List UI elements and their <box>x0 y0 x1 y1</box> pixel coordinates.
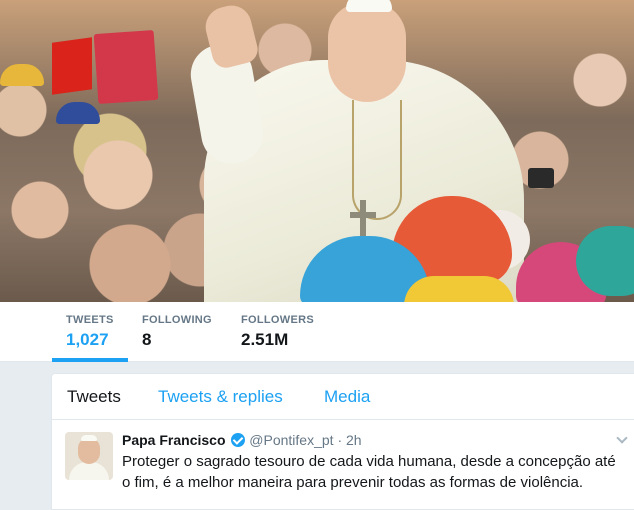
stat-followers[interactable]: FOLLOWERS 2.51M <box>241 302 331 362</box>
crowd-flag <box>52 37 92 95</box>
stat-label: FOLLOWING <box>142 314 212 326</box>
avatar-figure <box>69 462 109 480</box>
tweet-text: Proteger o sagrado tesouro de cada vida … <box>122 453 616 491</box>
separator-dot: · <box>337 432 343 448</box>
user-handle[interactable]: @Pontifex_pt <box>249 432 333 448</box>
stat-value: 1,027 <box>66 330 109 349</box>
timeline: Tweets Tweets & replies Media Papa Franc… <box>51 373 634 510</box>
header-photo <box>0 0 634 302</box>
stat-label: TWEETS <box>66 314 114 326</box>
avatar[interactable] <box>65 432 113 480</box>
tweet[interactable]: Papa Francisco @Pontifex_pt · 2h Protege… <box>52 420 634 510</box>
tab-tweets[interactable]: Tweets <box>67 387 121 407</box>
tab-media[interactable]: Media <box>324 387 370 407</box>
pope-zucchetto <box>346 0 392 12</box>
tweet-header: Papa Francisco @Pontifex_pt · 2h <box>122 432 362 448</box>
display-name[interactable]: Papa Francisco <box>122 432 226 448</box>
tweet-timestamp[interactable]: 2h <box>346 432 362 448</box>
chevron-down-icon[interactable] <box>616 432 628 444</box>
stat-following[interactable]: FOLLOWING 8 <box>142 302 222 362</box>
crowd-cap <box>56 102 100 124</box>
feather-plume <box>404 276 514 302</box>
crowd-hat <box>0 64 44 86</box>
stat-value: 8 <box>142 330 152 349</box>
crowd-red-item <box>93 29 159 105</box>
tab-tweets-and-replies[interactable]: Tweets & replies <box>158 387 283 407</box>
timeline-tabs: Tweets Tweets & replies Media <box>52 374 634 420</box>
verified-icon <box>231 433 246 447</box>
crowd-camera <box>528 168 554 188</box>
profile-stats-bar: TWEETS 1,027 FOLLOWING 8 FOLLOWERS 2.51M <box>0 302 634 362</box>
pectoral-cross <box>350 212 376 218</box>
avatar-figure <box>78 438 100 464</box>
stat-tweets[interactable]: TWEETS 1,027 <box>52 302 128 362</box>
pope-head <box>328 2 406 102</box>
stat-value: 2.51M <box>241 330 289 349</box>
avatar-figure <box>81 435 97 441</box>
stat-label: FOLLOWERS <box>241 314 314 326</box>
